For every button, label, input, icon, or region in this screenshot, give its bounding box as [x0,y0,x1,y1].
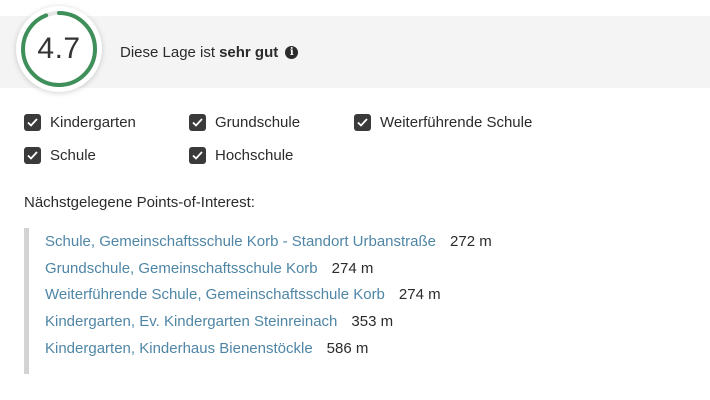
checkbox-checked-icon[interactable] [189,147,206,164]
rating-text-prefix: Diese Lage ist [120,44,216,61]
poi-distance: 274 m [398,286,441,304]
poi-distance: 586 m [326,339,369,357]
poi-list: Schule, Gemeinschaftsschule Korb - Stand… [24,228,624,374]
score-value: 4.7 [37,32,81,65]
poi-link[interactable]: Schule, Gemeinschaftsschule Korb - Stand… [45,233,436,250]
poi-list-item: Kindergarten, Ev. Kindergarten Steinrein… [45,308,624,335]
filter-label: Grundschule [215,114,301,131]
filter-label: Weiterführende Schule [380,114,533,131]
filter-label: Kindergarten [50,114,136,131]
filter-label: Hochschule [215,147,294,164]
poi-heading: Nächstgelegene Points-of-Interest: [24,194,255,211]
poi-list-item: Grundschule, Gemeinschaftsschule Korb 27… [45,255,624,282]
checkbox-checked-icon[interactable] [189,114,206,131]
filter-schule[interactable]: Schule [24,147,96,164]
checkbox-checked-icon[interactable] [24,147,41,164]
poi-link[interactable]: Grundschule, Gemeinschaftsschule Korb [45,260,318,277]
filter-grundschule[interactable]: Grundschule [189,114,300,131]
poi-distance: 272 m [450,232,492,250]
poi-link[interactable]: Weiterführende Schule, Gemeinschaftsschu… [45,286,385,303]
rating-bar [0,16,710,88]
poi-link[interactable]: Kindergarten, Ev. Kindergarten Steinrein… [45,313,337,330]
checkbox-checked-icon[interactable] [354,114,371,131]
checkbox-checked-icon[interactable] [24,114,41,131]
score-badge: 4.7 [16,6,102,92]
poi-list-item: Schule, Gemeinschaftsschule Korb - Stand… [45,228,624,255]
filter-label: Schule [50,147,96,164]
poi-link[interactable]: Kindergarten, Kinderhaus Bienenstöckle [45,340,313,357]
poi-distance: 353 m [351,312,394,330]
filter-hochschule[interactable]: Hochschule [189,147,293,164]
poi-list-item: Kindergarten, Kinderhaus Bienenstöckle 5… [45,335,624,362]
info-icon[interactable]: i [285,46,299,59]
poi-distance: 274 m [331,259,374,277]
rating-text-strong: sehr gut [219,44,279,61]
rating-summary: Diese Lage ist sehr gut i [120,44,299,61]
filter-weiterfuehrende-schule[interactable]: Weiterführende Schule [354,114,532,131]
poi-list-item: Weiterführende Schule, Gemeinschaftsschu… [45,281,624,308]
filter-kindergarten[interactable]: Kindergarten [24,114,136,131]
